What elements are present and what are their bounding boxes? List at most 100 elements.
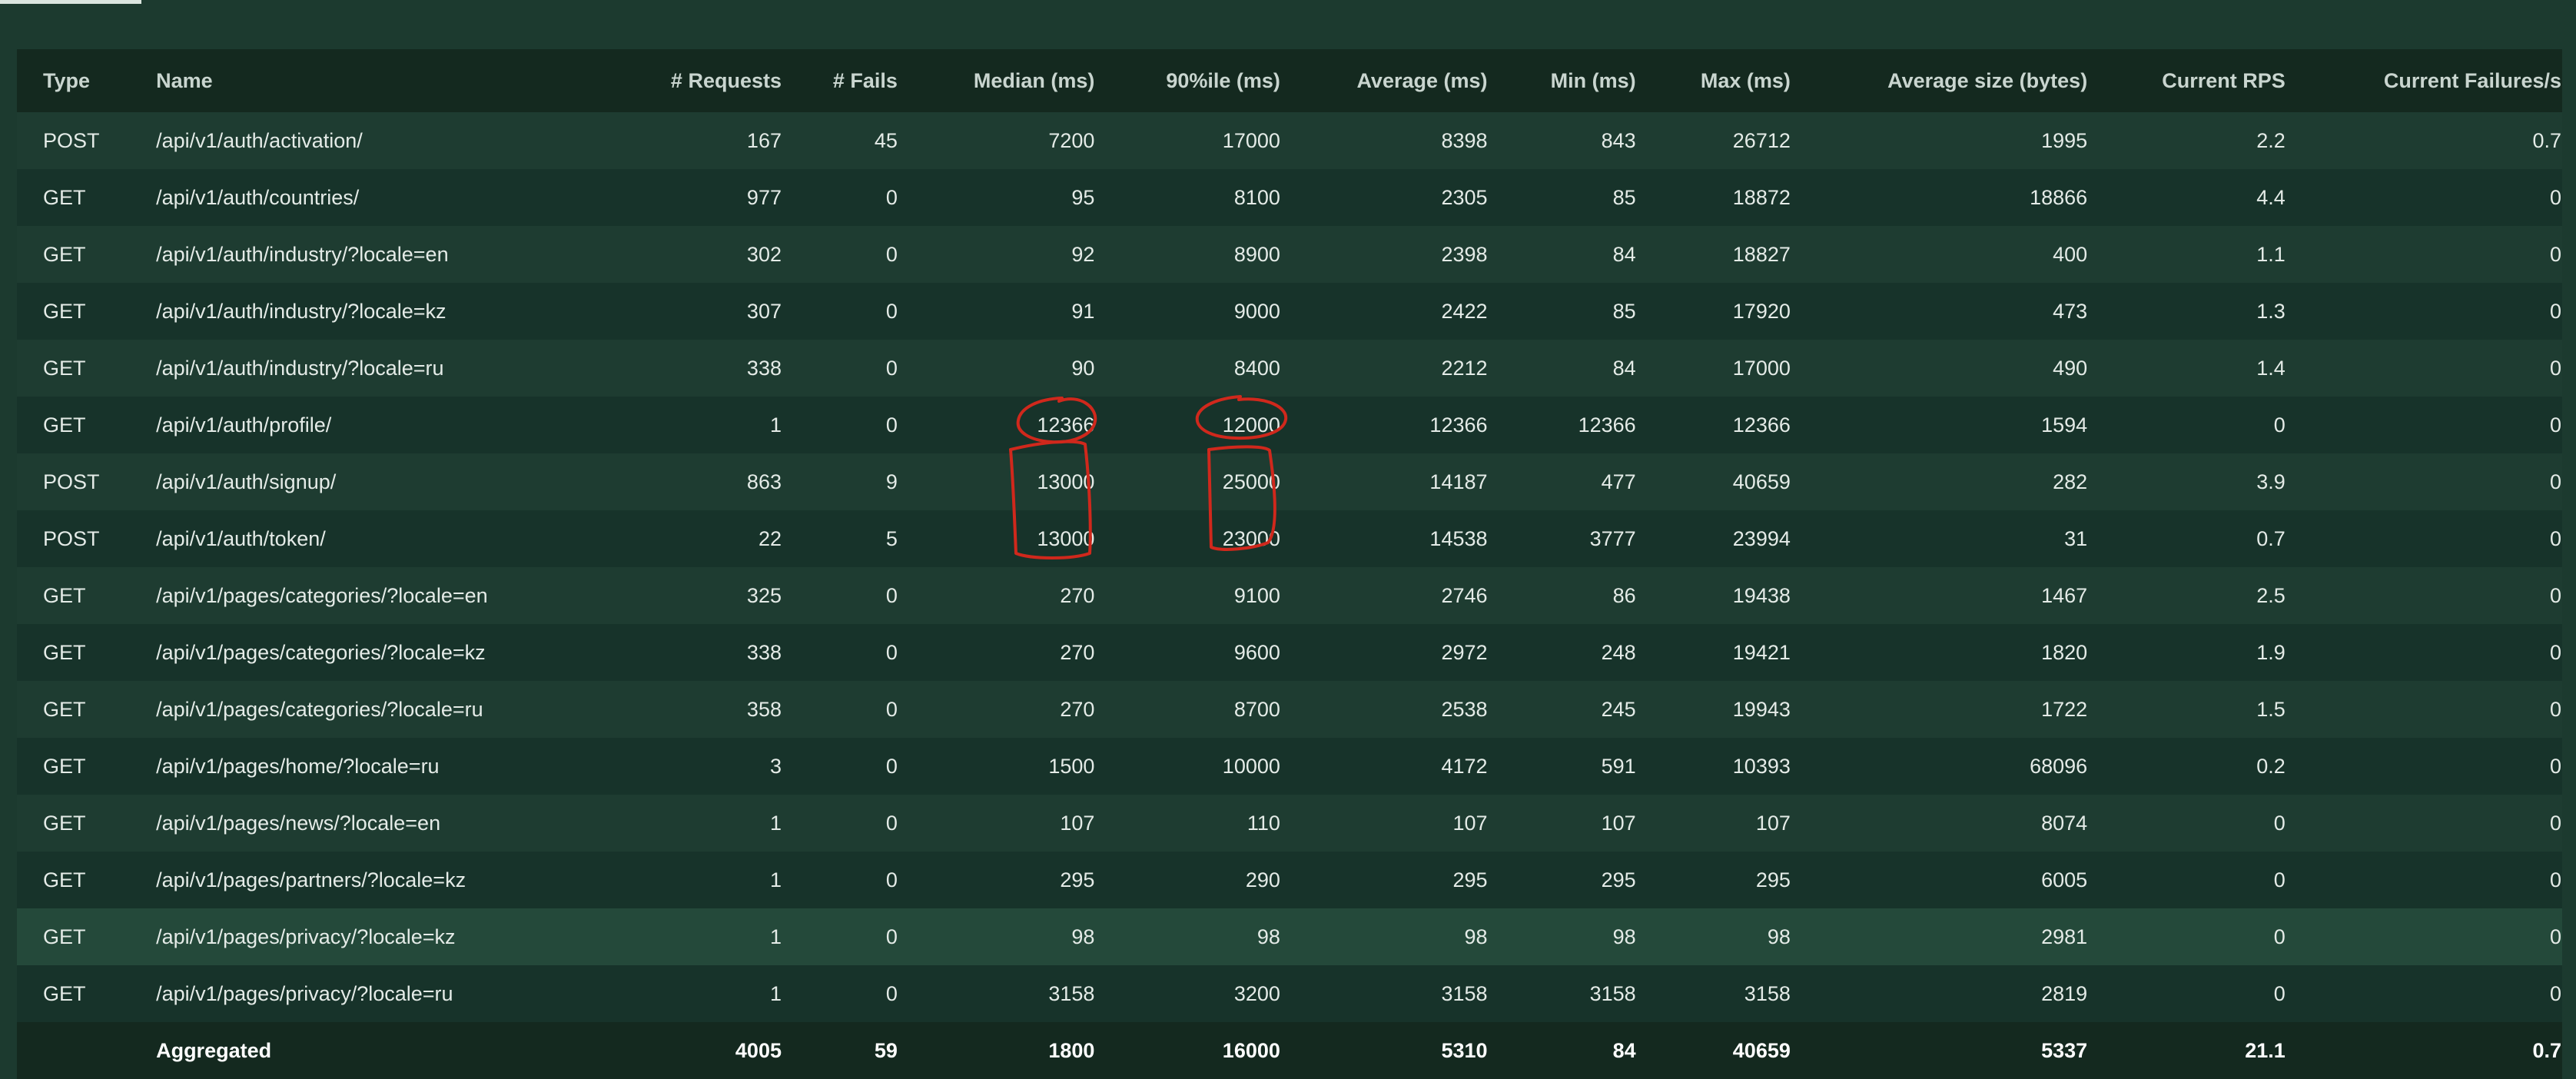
cell-requests: 3 <box>566 738 782 795</box>
cell-requests: 1 <box>566 965 782 1022</box>
table-row[interactable]: GET/api/v1/pages/partners/?locale=kz 1 0 29… <box>17 852 2562 908</box>
cell-fails: 0 <box>782 397 898 453</box>
cell-requests: 338 <box>566 624 782 681</box>
cell-current-rps: 0.7 <box>2088 510 2286 567</box>
column-header-name[interactable]: Name <box>156 49 566 112</box>
cell-average: 2422 <box>1280 283 1489 340</box>
aggregated-average: 5310 <box>1280 1022 1489 1079</box>
cell-max: 40659 <box>1636 453 1791 510</box>
table-row[interactable]: POST/api/v1/auth/signup/863 9 13000 25000 14… <box>17 453 2562 510</box>
aggregated-min: 84 <box>1488 1022 1637 1079</box>
cell-max: 17000 <box>1636 340 1791 397</box>
cell-average-size: 1995 <box>1791 112 2089 169</box>
cell-current-failures: 0 <box>2286 510 2562 567</box>
aggregated-fails: 59 <box>782 1022 898 1079</box>
cell-90th-percentile: 8700 <box>1095 681 1281 738</box>
cell-current-failures: 0 <box>2286 681 2562 738</box>
cell-name: /api/v1/auth/countries/ <box>156 169 566 226</box>
cell-average: 8398 <box>1280 112 1489 169</box>
cell-90th-percentile: 3200 <box>1095 965 1281 1022</box>
table-row[interactable]: POST/api/v1/auth/token/22 5 13000 23000 1453… <box>17 510 2562 567</box>
cell-fails: 0 <box>782 908 898 965</box>
cell-fails: 5 <box>782 510 898 567</box>
table-row[interactable]: GET/api/v1/auth/industry/?locale=en 302 0 9… <box>17 226 2562 283</box>
cell-median: 91 <box>898 283 1096 340</box>
cell-current-rps: 1.3 <box>2088 283 2286 340</box>
cell-name: /api/v1/pages/partners/?locale=kz <box>156 852 566 908</box>
cell-type: POST <box>17 112 157 169</box>
cell-current-failures: 0 <box>2286 397 2562 453</box>
active-tab-indicator[interactable] <box>0 0 141 4</box>
column-header-fails[interactable]: # Fails <box>782 49 898 112</box>
column-header-type[interactable]: Type <box>17 49 157 112</box>
column-header-current-failures[interactable]: Current Failures/s <box>2286 49 2562 112</box>
cell-requests: 22 <box>566 510 782 567</box>
column-header-current-rps[interactable]: Current RPS <box>2088 49 2286 112</box>
column-header-median[interactable]: Median (ms) <box>898 49 1096 112</box>
cell-requests: 307 <box>566 283 782 340</box>
cell-name: /api/v1/pages/categories/?locale=en <box>156 567 566 624</box>
table-row[interactable]: GET/api/v1/pages/categories/?locale=ru 35… <box>17 681 2562 738</box>
table-row[interactable]: GET/api/v1/pages/privacy/?locale=ru 1 0 315… <box>17 965 2562 1022</box>
table-row[interactable]: GET/api/v1/pages/home/?locale=ru 3 0 1500 10… <box>17 738 2562 795</box>
column-header-requests[interactable]: # Requests <box>566 49 782 112</box>
cell-min: 84 <box>1488 340 1637 397</box>
cell-requests: 1 <box>566 908 782 965</box>
cell-average-size: 1594 <box>1791 397 2089 453</box>
column-header-max[interactable]: Max (ms) <box>1636 49 1791 112</box>
table-row[interactable]: GET/api/v1/pages/categories/?locale=kz 33… <box>17 624 2562 681</box>
cell-average-size: 2981 <box>1791 908 2089 965</box>
cell-current-failures: 0 <box>2286 965 2562 1022</box>
table-row[interactable]: GET/api/v1/auth/industry/?locale=ru 338 0 9… <box>17 340 2562 397</box>
cell-average-size: 8074 <box>1791 795 2089 852</box>
cell-current-rps: 0 <box>2088 795 2286 852</box>
cell-name: /api/v1/auth/industry/?locale=kz <box>156 283 566 340</box>
cell-min: 85 <box>1488 283 1637 340</box>
cell-min: 12366 <box>1488 397 1637 453</box>
table-row[interactable]: POST/api/v1/auth/activation/167 45 7200 170… <box>17 112 2562 169</box>
table-row[interactable]: GET/api/v1/pages/categories/?locale=en 32… <box>17 567 2562 624</box>
cell-median: 92 <box>898 226 1096 283</box>
cell-requests: 358 <box>566 681 782 738</box>
cell-average: 14538 <box>1280 510 1489 567</box>
cell-min: 591 <box>1488 738 1637 795</box>
column-header-average-size[interactable]: Average size (bytes) <box>1791 49 2089 112</box>
cell-current-rps: 0 <box>2088 852 2286 908</box>
cell-average: 2972 <box>1280 624 1489 681</box>
cell-fails: 0 <box>782 965 898 1022</box>
cell-current-failures: 0 <box>2286 567 2562 624</box>
cell-current-rps: 3.9 <box>2088 453 2286 510</box>
cell-max: 18827 <box>1636 226 1791 283</box>
aggregated-row: Aggregated 4005 59 1800 16000 5310 84 40… <box>17 1022 2562 1079</box>
cell-fails: 45 <box>782 112 898 169</box>
table-body: POST/api/v1/auth/activation/167 45 7200 170… <box>17 112 2562 1022</box>
cell-min: 107 <box>1488 795 1637 852</box>
cell-90th-percentile: 9100 <box>1095 567 1281 624</box>
column-header-min[interactable]: Min (ms) <box>1488 49 1637 112</box>
cell-max: 295 <box>1636 852 1791 908</box>
cell-current-rps: 0.2 <box>2088 738 2286 795</box>
cell-90th-percentile: 23000 <box>1095 510 1281 567</box>
cell-average-size: 1467 <box>1791 567 2089 624</box>
column-header-90th-percentile[interactable]: 90%ile (ms) <box>1095 49 1281 112</box>
cell-min: 86 <box>1488 567 1637 624</box>
cell-min: 3158 <box>1488 965 1637 1022</box>
table-row[interactable]: GET/api/v1/auth/countries/977 0 95 8100 2305… <box>17 169 2562 226</box>
cell-90th-percentile: 290 <box>1095 852 1281 908</box>
table-row[interactable]: GET/api/v1/pages/privacy/?locale=kz 1 0 98 9… <box>17 908 2562 965</box>
table-row[interactable]: GET/api/v1/auth/profile/1 0 12366 12000 1236… <box>17 397 2562 453</box>
table-row[interactable]: GET/api/v1/auth/industry/?locale=kz 307 0 9… <box>17 283 2562 340</box>
cell-average-size: 1820 <box>1791 624 2089 681</box>
cell-average: 107 <box>1280 795 1489 852</box>
cell-type: GET <box>17 738 157 795</box>
column-header-average[interactable]: Average (ms) <box>1280 49 1489 112</box>
cell-type: GET <box>17 340 157 397</box>
cell-min: 85 <box>1488 169 1637 226</box>
cell-current-rps: 0 <box>2088 397 2286 453</box>
cell-current-rps: 0 <box>2088 908 2286 965</box>
cell-max: 19943 <box>1636 681 1791 738</box>
cell-name: /api/v1/pages/categories/?locale=kz <box>156 624 566 681</box>
cell-name: /api/v1/pages/home/?locale=ru <box>156 738 566 795</box>
cell-current-failures: 0 <box>2286 169 2562 226</box>
table-row[interactable]: GET/api/v1/pages/news/?locale=en 1 0 107 110… <box>17 795 2562 852</box>
